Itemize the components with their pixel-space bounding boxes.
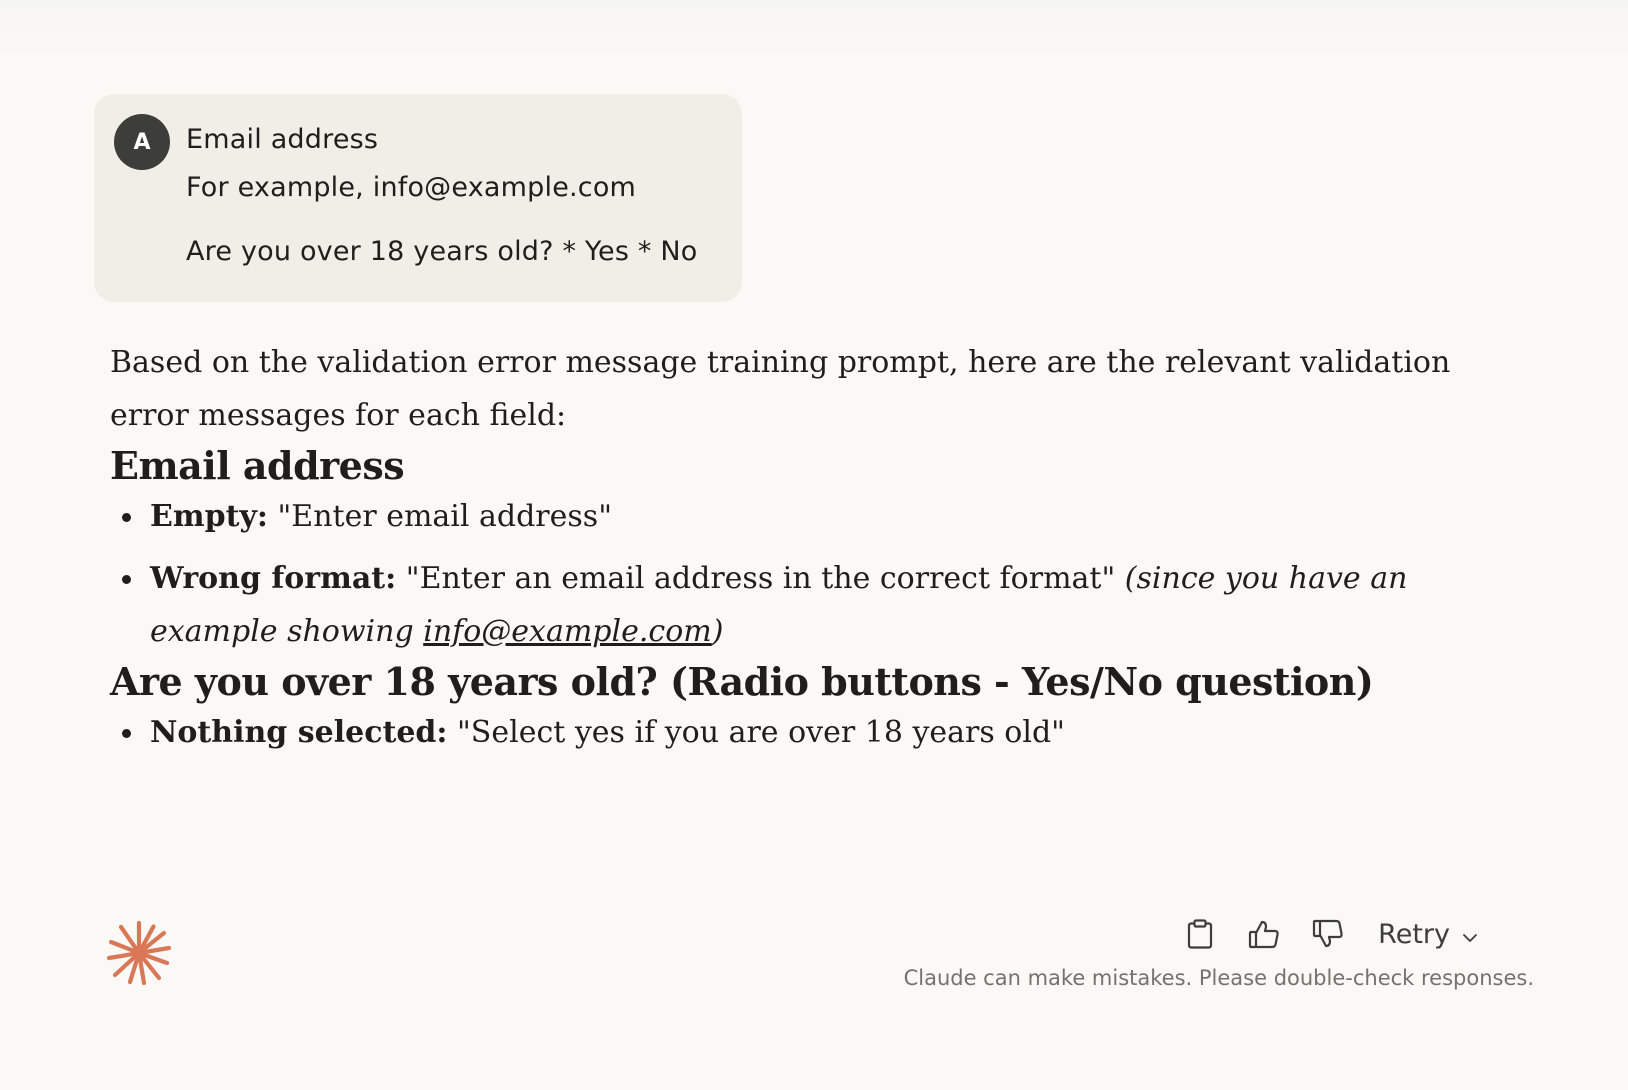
clipboard-icon[interactable]: [1178, 912, 1222, 956]
assistant-response: Based on the validation error message tr…: [110, 336, 1510, 759]
response-intro: Based on the validation error message tr…: [110, 345, 1451, 433]
user-message-bubble: A Email address For example, info@exampl…: [94, 94, 742, 302]
email-error-list: Empty: "Enter email address" Wrong forma…: [110, 490, 1510, 658]
item-label: Nothing selected:: [150, 715, 448, 750]
user-message-line: Email address: [186, 124, 379, 155]
thumbs-up-icon[interactable]: [1242, 912, 1286, 956]
age-error-list: Nothing selected: "Select yes if you are…: [110, 706, 1510, 759]
note-suffix: ): [711, 614, 724, 649]
thumbs-down-icon[interactable]: [1306, 912, 1350, 956]
list-item: Wrong format: "Enter an email address in…: [110, 552, 1510, 658]
list-item: Nothing selected: "Select yes if you are…: [110, 706, 1510, 759]
user-avatar[interactable]: A: [114, 114, 170, 170]
user-message-line: Are you over 18 years old? * Yes * No: [186, 236, 698, 267]
item-label: Wrong format:: [150, 561, 397, 596]
retry-label: Retry: [1378, 918, 1450, 950]
list-item: Empty: "Enter email address": [110, 490, 1510, 543]
item-text: "Enter an email address in the correct f…: [396, 561, 1125, 596]
retry-button[interactable]: Retry: [1378, 919, 1478, 950]
claude-asterisk-icon: [106, 920, 172, 986]
top-fade: [0, 0, 1628, 60]
response-actions: Retry: [1158, 912, 1478, 956]
item-text: "Enter email address": [267, 499, 612, 534]
section-heading-age: Are you over 18 years old? (Radio button…: [110, 659, 1374, 704]
disclaimer-text: Claude can make mistakes. Please double-…: [903, 966, 1534, 990]
chevron-down-icon: [1462, 919, 1478, 950]
item-label: Empty:: [150, 499, 268, 534]
section-heading-email: Email address: [110, 443, 405, 488]
user-message-line: For example, info@example.com: [186, 172, 637, 203]
email-link[interactable]: info@example.com: [423, 614, 712, 649]
avatar-initial: A: [133, 129, 151, 155]
item-text: "Select yes if you are over 18 years old…: [447, 715, 1065, 750]
